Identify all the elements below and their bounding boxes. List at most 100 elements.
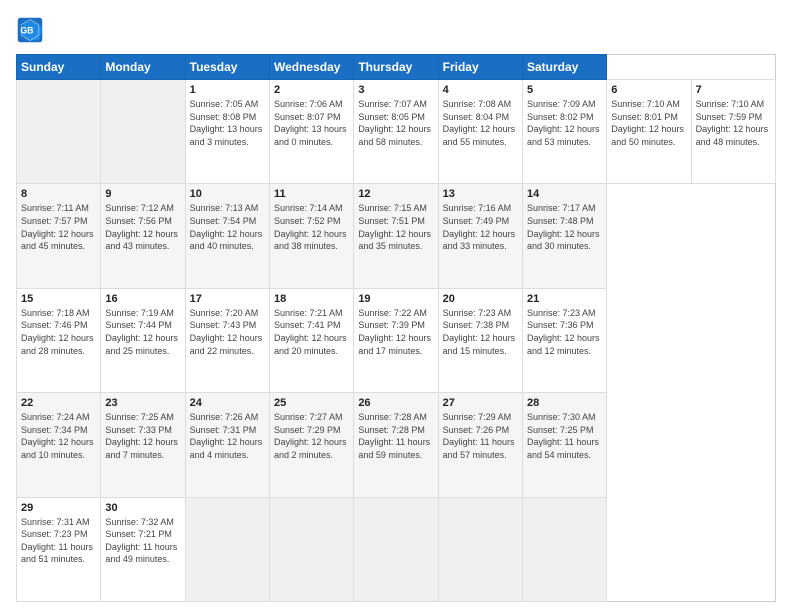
page: GB SundayMondayTuesdayWednesdayThursdayF…: [0, 0, 792, 612]
calendar-day-cell: 21 Sunrise: 7:23 AM Sunset: 7:36 PM Dayl…: [522, 288, 606, 392]
day-number: 14: [527, 188, 602, 200]
calendar-day-cell: 18 Sunrise: 7:21 AM Sunset: 7:41 PM Dayl…: [269, 288, 353, 392]
day-number: 30: [105, 502, 180, 514]
weekday-header-row: SundayMondayTuesdayWednesdayThursdayFrid…: [17, 55, 776, 80]
day-info: Sunrise: 7:06 AM Sunset: 8:07 PM Dayligh…: [274, 98, 349, 148]
calendar-day-cell: 27 Sunrise: 7:29 AM Sunset: 7:26 PM Dayl…: [438, 393, 522, 497]
day-number: 7: [696, 84, 771, 96]
day-info: Sunrise: 7:24 AM Sunset: 7:34 PM Dayligh…: [21, 411, 96, 461]
calendar-day-cell: 6 Sunrise: 7:10 AM Sunset: 8:01 PM Dayli…: [607, 80, 691, 184]
day-info: Sunrise: 7:13 AM Sunset: 7:54 PM Dayligh…: [190, 202, 265, 252]
day-info: Sunrise: 7:17 AM Sunset: 7:48 PM Dayligh…: [527, 202, 602, 252]
calendar-day-cell: 14 Sunrise: 7:17 AM Sunset: 7:48 PM Dayl…: [522, 184, 606, 288]
day-info: Sunrise: 7:23 AM Sunset: 7:38 PM Dayligh…: [443, 307, 518, 357]
day-info: Sunrise: 7:25 AM Sunset: 7:33 PM Dayligh…: [105, 411, 180, 461]
day-number: 12: [358, 188, 433, 200]
calendar-day-cell: 16 Sunrise: 7:19 AM Sunset: 7:44 PM Dayl…: [101, 288, 185, 392]
weekday-header-cell: Friday: [438, 55, 522, 80]
calendar-day-cell: 26 Sunrise: 7:28 AM Sunset: 7:28 PM Dayl…: [354, 393, 438, 497]
calendar-day-cell: 25 Sunrise: 7:27 AM Sunset: 7:29 PM Dayl…: [269, 393, 353, 497]
calendar-day-cell: 7 Sunrise: 7:10 AM Sunset: 7:59 PM Dayli…: [691, 80, 775, 184]
day-info: Sunrise: 7:15 AM Sunset: 7:51 PM Dayligh…: [358, 202, 433, 252]
calendar-day-cell: 1 Sunrise: 7:05 AM Sunset: 8:08 PM Dayli…: [185, 80, 269, 184]
day-number: 16: [105, 293, 180, 305]
logo-icon: GB: [16, 16, 44, 44]
header: GB: [16, 16, 776, 44]
day-number: 15: [21, 293, 96, 305]
day-number: 18: [274, 293, 349, 305]
day-number: 13: [443, 188, 518, 200]
weekday-header-cell: Tuesday: [185, 55, 269, 80]
calendar-day-cell: 20 Sunrise: 7:23 AM Sunset: 7:38 PM Dayl…: [438, 288, 522, 392]
day-number: 23: [105, 397, 180, 409]
calendar-day-cell: 3 Sunrise: 7:07 AM Sunset: 8:05 PM Dayli…: [354, 80, 438, 184]
weekday-header-cell: Wednesday: [269, 55, 353, 80]
calendar-week-row: 15 Sunrise: 7:18 AM Sunset: 7:46 PM Dayl…: [17, 288, 776, 392]
day-info: Sunrise: 7:12 AM Sunset: 7:56 PM Dayligh…: [105, 202, 180, 252]
day-info: Sunrise: 7:29 AM Sunset: 7:26 PM Dayligh…: [443, 411, 518, 461]
day-number: 26: [358, 397, 433, 409]
calendar-day-cell: 29 Sunrise: 7:31 AM Sunset: 7:23 PM Dayl…: [17, 497, 101, 601]
weekday-header-cell: Sunday: [17, 55, 101, 80]
calendar-day-cell: [269, 497, 353, 601]
weekday-header-cell: Thursday: [354, 55, 438, 80]
day-number: 6: [611, 84, 686, 96]
day-info: Sunrise: 7:14 AM Sunset: 7:52 PM Dayligh…: [274, 202, 349, 252]
calendar-day-cell: 9 Sunrise: 7:12 AM Sunset: 7:56 PM Dayli…: [101, 184, 185, 288]
day-info: Sunrise: 7:28 AM Sunset: 7:28 PM Dayligh…: [358, 411, 433, 461]
calendar-day-cell: 4 Sunrise: 7:08 AM Sunset: 8:04 PM Dayli…: [438, 80, 522, 184]
calendar-day-cell: 13 Sunrise: 7:16 AM Sunset: 7:49 PM Dayl…: [438, 184, 522, 288]
day-number: 28: [527, 397, 602, 409]
svg-text:GB: GB: [20, 26, 33, 36]
day-info: Sunrise: 7:10 AM Sunset: 8:01 PM Dayligh…: [611, 98, 686, 148]
day-number: 27: [443, 397, 518, 409]
day-info: Sunrise: 7:23 AM Sunset: 7:36 PM Dayligh…: [527, 307, 602, 357]
day-info: Sunrise: 7:21 AM Sunset: 7:41 PM Dayligh…: [274, 307, 349, 357]
weekday-header-cell: Monday: [101, 55, 185, 80]
day-number: 29: [21, 502, 96, 514]
calendar-day-cell: 10 Sunrise: 7:13 AM Sunset: 7:54 PM Dayl…: [185, 184, 269, 288]
day-number: 2: [274, 84, 349, 96]
calendar-week-row: 22 Sunrise: 7:24 AM Sunset: 7:34 PM Dayl…: [17, 393, 776, 497]
day-number: 19: [358, 293, 433, 305]
day-number: 17: [190, 293, 265, 305]
calendar-day-cell: [522, 497, 606, 601]
calendar-body: 1 Sunrise: 7:05 AM Sunset: 8:08 PM Dayli…: [17, 80, 776, 602]
calendar-week-row: 8 Sunrise: 7:11 AM Sunset: 7:57 PM Dayli…: [17, 184, 776, 288]
day-info: Sunrise: 7:09 AM Sunset: 8:02 PM Dayligh…: [527, 98, 602, 148]
day-info: Sunrise: 7:27 AM Sunset: 7:29 PM Dayligh…: [274, 411, 349, 461]
calendar-day-cell: [354, 497, 438, 601]
calendar-day-cell: [185, 497, 269, 601]
day-info: Sunrise: 7:22 AM Sunset: 7:39 PM Dayligh…: [358, 307, 433, 357]
calendar-day-cell: 15 Sunrise: 7:18 AM Sunset: 7:46 PM Dayl…: [17, 288, 101, 392]
day-info: Sunrise: 7:16 AM Sunset: 7:49 PM Dayligh…: [443, 202, 518, 252]
calendar-day-cell: 8 Sunrise: 7:11 AM Sunset: 7:57 PM Dayli…: [17, 184, 101, 288]
calendar-day-cell: 23 Sunrise: 7:25 AM Sunset: 7:33 PM Dayl…: [101, 393, 185, 497]
day-number: 21: [527, 293, 602, 305]
calendar-day-cell: 19 Sunrise: 7:22 AM Sunset: 7:39 PM Dayl…: [354, 288, 438, 392]
day-number: 10: [190, 188, 265, 200]
day-info: Sunrise: 7:10 AM Sunset: 7:59 PM Dayligh…: [696, 98, 771, 148]
day-info: Sunrise: 7:31 AM Sunset: 7:23 PM Dayligh…: [21, 516, 96, 566]
day-number: 3: [358, 84, 433, 96]
day-number: 9: [105, 188, 180, 200]
calendar-day-cell: 17 Sunrise: 7:20 AM Sunset: 7:43 PM Dayl…: [185, 288, 269, 392]
day-info: Sunrise: 7:05 AM Sunset: 8:08 PM Dayligh…: [190, 98, 265, 148]
calendar-day-cell: [101, 80, 185, 184]
day-number: 22: [21, 397, 96, 409]
logo: GB: [16, 16, 48, 44]
day-info: Sunrise: 7:20 AM Sunset: 7:43 PM Dayligh…: [190, 307, 265, 357]
calendar-week-row: 29 Sunrise: 7:31 AM Sunset: 7:23 PM Dayl…: [17, 497, 776, 601]
calendar-day-cell: 30 Sunrise: 7:32 AM Sunset: 7:21 PM Dayl…: [101, 497, 185, 601]
day-info: Sunrise: 7:11 AM Sunset: 7:57 PM Dayligh…: [21, 202, 96, 252]
day-number: 5: [527, 84, 602, 96]
day-number: 11: [274, 188, 349, 200]
calendar-day-cell: 22 Sunrise: 7:24 AM Sunset: 7:34 PM Dayl…: [17, 393, 101, 497]
calendar-day-cell: 12 Sunrise: 7:15 AM Sunset: 7:51 PM Dayl…: [354, 184, 438, 288]
day-number: 1: [190, 84, 265, 96]
calendar-day-cell: 2 Sunrise: 7:06 AM Sunset: 8:07 PM Dayli…: [269, 80, 353, 184]
day-number: 8: [21, 188, 96, 200]
day-info: Sunrise: 7:18 AM Sunset: 7:46 PM Dayligh…: [21, 307, 96, 357]
day-info: Sunrise: 7:32 AM Sunset: 7:21 PM Dayligh…: [105, 516, 180, 566]
day-number: 25: [274, 397, 349, 409]
